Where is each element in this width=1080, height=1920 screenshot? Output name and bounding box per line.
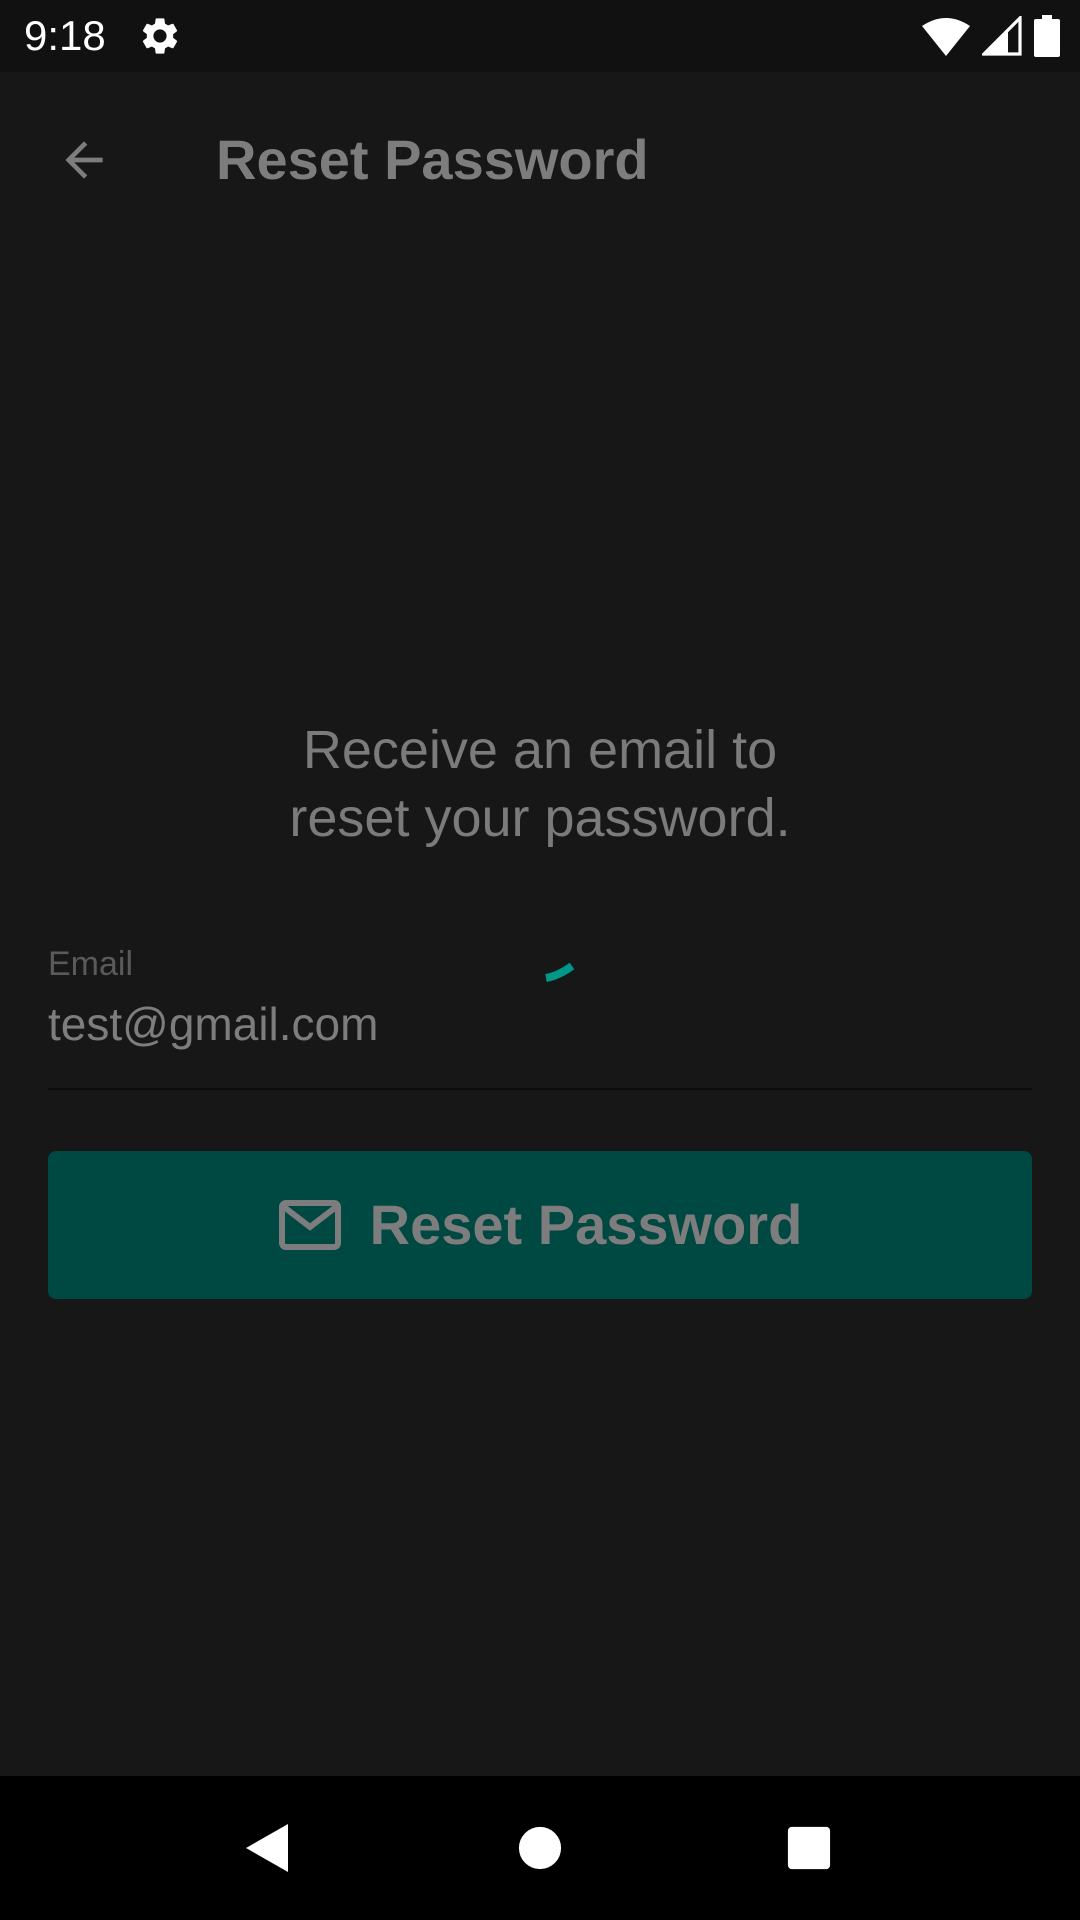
app-bar: Reset Password xyxy=(0,72,1080,242)
recents-square-icon xyxy=(787,1826,831,1870)
email-field-label: Email xyxy=(48,945,134,983)
system-navigation-bar xyxy=(0,1776,1080,1920)
nav-back-button[interactable] xyxy=(208,1776,328,1920)
back-button[interactable] xyxy=(44,120,124,200)
signal-icon xyxy=(982,16,1022,56)
home-circle-icon xyxy=(518,1826,562,1870)
instruction-line-1: Receive an email to xyxy=(302,720,778,780)
wifi-icon xyxy=(922,18,970,56)
loading-spinner xyxy=(545,962,575,982)
instruction-line-2: reset your password. xyxy=(289,788,791,848)
battery-icon xyxy=(1034,15,1060,57)
reset-password-button-label: Reset Password xyxy=(369,1193,803,1256)
reset-password-button[interactable]: Reset Password xyxy=(48,1151,1032,1299)
nav-home-button[interactable] xyxy=(480,1776,600,1920)
status-bar: 9:18 xyxy=(0,0,1080,72)
email-field[interactable] xyxy=(48,996,1032,1052)
status-icons xyxy=(922,14,1060,58)
gear-icon xyxy=(142,18,178,54)
email-field-underline xyxy=(48,1088,1032,1090)
mail-icon xyxy=(278,1200,341,1250)
reset-password-screen: 9:18 Reset Password Receive an email to … xyxy=(0,0,1080,1920)
arrow-left-icon xyxy=(65,141,103,179)
status-time: 9:18 xyxy=(24,12,106,59)
page-title: Reset Password xyxy=(216,128,649,191)
nav-recents-button[interactable] xyxy=(749,1776,869,1920)
back-triangle-icon xyxy=(246,1824,288,1872)
instruction-text: Receive an email to reset your password. xyxy=(0,716,1080,852)
